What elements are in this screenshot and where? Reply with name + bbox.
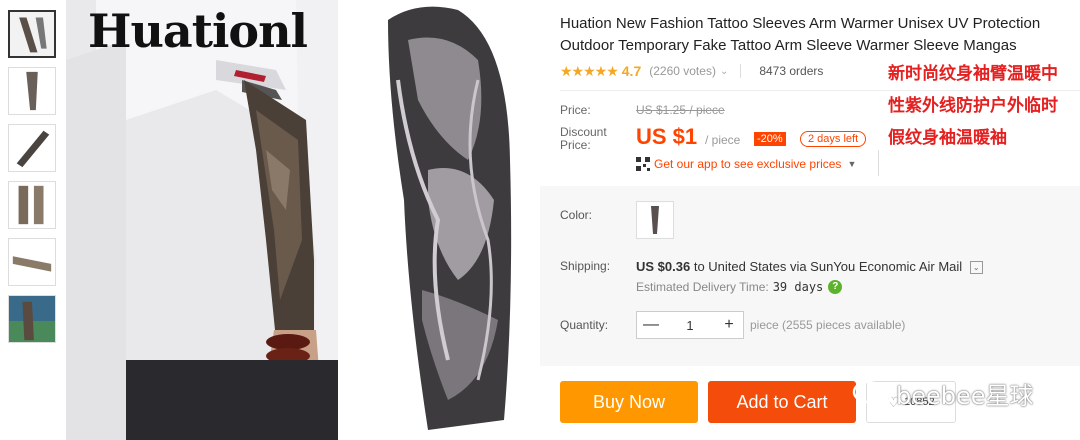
- options-section: [540, 186, 1080, 366]
- shipping-cost: US $0.36: [636, 259, 691, 274]
- add-to-cart-button[interactable]: Add to Cart: [708, 381, 856, 423]
- color-option-swatch[interactable]: [636, 201, 674, 239]
- votes-link[interactable]: (2260 votes): [649, 64, 716, 78]
- pieces-available: piece (2555 pieces available): [750, 318, 906, 332]
- increment-button[interactable]: +: [715, 316, 743, 334]
- caption-line-3: 假纹身袖温暖袖: [888, 128, 1007, 148]
- delivery-estimate: Estimated Delivery Time: 39 days ?: [636, 280, 843, 294]
- discount-price-label: Discount Price:: [560, 125, 607, 152]
- caption-line-1: 新时尚纹身袖臂温暖中: [888, 64, 1058, 84]
- rating-value: 4.7: [621, 63, 642, 79]
- days-left-badge: 2 days left: [800, 131, 867, 147]
- watermark-text: beebee星球: [896, 382, 1034, 410]
- original-price: US $1.25 / piece: [636, 103, 725, 117]
- quantity-stepper: — 1 +: [636, 311, 744, 339]
- sleeve-swatch-icon: [651, 206, 659, 234]
- quantity-label: Quantity:: [560, 318, 609, 332]
- thumbnail-2[interactable]: [8, 67, 56, 115]
- sleeve-product-image[interactable]: [338, 0, 540, 440]
- help-icon[interactable]: ?: [828, 280, 843, 294]
- buy-now-button[interactable]: Buy Now: [560, 381, 698, 423]
- rating-row: ★★★★★ 4.7 (2260 votes) ⌄ 8473 orders: [560, 62, 823, 80]
- qr-code-icon: [636, 157, 650, 171]
- section-divider: [560, 90, 1080, 91]
- divider: [740, 64, 742, 78]
- price-label: Price:: [560, 103, 591, 117]
- vertical-divider: [878, 150, 879, 176]
- discount-badge: -20%: [754, 132, 786, 146]
- wechat-logo-icon: [852, 380, 892, 407]
- quantity-input[interactable]: 1: [665, 318, 715, 333]
- shipping-method: to United States via SunYou Economic Air…: [693, 259, 963, 274]
- watermark: beebee星球: [852, 376, 1034, 411]
- eta-value: 39 days: [772, 280, 824, 294]
- thumbnail-3[interactable]: [8, 124, 56, 172]
- shipping-info: US $0.36 to United States via SunYou Eco…: [636, 259, 983, 275]
- main-product-image[interactable]: Huationl: [66, 0, 338, 440]
- orders-count: 8473 orders: [759, 64, 824, 78]
- chinese-caption-overlay: 新时尚纹身袖臂温暖中 性紫外线防护户外临时 假纹身袖温暖袖: [888, 58, 1080, 154]
- color-label: Color:: [560, 208, 593, 222]
- model-photo: [66, 0, 338, 440]
- thumbnail-4[interactable]: [8, 181, 56, 229]
- star-rating-icon: ★★★★★: [560, 62, 619, 79]
- shipping-dropdown-icon[interactable]: ⌄: [969, 261, 983, 275]
- product-info-panel: Huation New Fashion Tattoo Sleeves Arm W…: [540, 0, 1080, 440]
- caret-down-icon: ▼: [847, 159, 857, 169]
- shipping-label: Shipping:: [560, 259, 611, 273]
- product-title: Huation New Fashion Tattoo Sleeves Arm W…: [560, 15, 1041, 54]
- discount-price: US $1: [636, 124, 698, 149]
- thumbnail-5[interactable]: [8, 238, 56, 286]
- caption-line-2: 性紫外线防护户外临时: [888, 96, 1058, 116]
- eta-label: Estimated Delivery Time:: [636, 280, 769, 294]
- thumbnail-6[interactable]: [8, 295, 56, 343]
- brand-logo: Huationl: [88, 4, 308, 58]
- app-promo-text: Get our app to see exclusive prices: [654, 157, 842, 171]
- thumbnail-list: [8, 10, 58, 352]
- sleeve-photo: [338, 0, 540, 440]
- chevron-down-icon[interactable]: ⌄: [720, 66, 728, 77]
- app-promo-link[interactable]: Get our app to see exclusive prices ▼: [636, 157, 856, 171]
- per-piece-unit: / piece: [705, 133, 741, 147]
- thumbnail-1[interactable]: [8, 10, 56, 58]
- decrement-button[interactable]: —: [637, 316, 665, 334]
